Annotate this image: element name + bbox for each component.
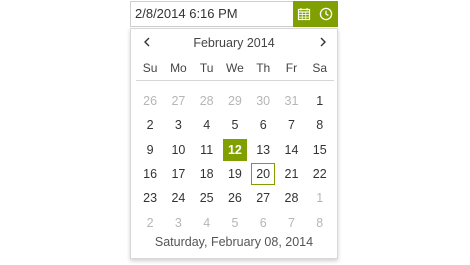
day-cell[interactable]: 15 (306, 138, 334, 162)
day-cell[interactable]: 26 (221, 186, 249, 210)
day-cell[interactable]: 17 (164, 162, 192, 186)
day-cell-other-month[interactable]: 29 (221, 89, 249, 113)
day-cell-other-month[interactable]: 27 (164, 89, 192, 113)
day-cell[interactable]: 1 (306, 89, 334, 113)
day-cell[interactable]: 8 (306, 113, 334, 137)
weekday-label: Tu (199, 61, 214, 75)
day-cell[interactable]: 22 (306, 162, 334, 186)
day-cell[interactable]: 21 (277, 162, 305, 186)
day-cell[interactable]: 4 (193, 113, 221, 137)
day-cell[interactable]: 9 (136, 138, 164, 162)
day-cell-other-month[interactable]: 1 (306, 186, 334, 210)
day-cell[interactable]: 11 (193, 138, 221, 162)
day-cell[interactable]: 25 (193, 186, 221, 210)
weekday-label: Th (256, 61, 271, 75)
day-cell[interactable]: 6 (249, 113, 277, 137)
day-cell-today[interactable]: 20 (251, 162, 276, 186)
datetime-picker: 2/8/2014 6:16 PM February 2014 Su Mo Tu … (0, 0, 470, 265)
day-grid: 26 27 28 29 30 31 1 2 3 4 5 6 7 8 9 10 11 12 13 14 15 16 17 18 1… (136, 89, 334, 235)
calendar-button[interactable] (293, 1, 315, 27)
day-cell[interactable]: 28 (277, 186, 305, 210)
day-cell-other-month[interactable]: 26 (136, 89, 164, 113)
weekday-header-row: Su Mo Tu We Th Fr Sa (136, 58, 334, 81)
day-cell-other-month[interactable]: 31 (277, 89, 305, 113)
month-title[interactable]: February 2014 (161, 29, 307, 57)
datetime-input[interactable]: 2/8/2014 6:16 PM (130, 1, 338, 27)
day-cell-other-month[interactable]: 30 (249, 89, 277, 113)
day-cell[interactable]: 7 (277, 113, 305, 137)
calendar-header: February 2014 (131, 29, 337, 57)
day-cell[interactable]: 3 (164, 113, 192, 137)
selected-date-footer[interactable]: Saturday, February 08, 2014 (131, 231, 337, 253)
prev-month-button[interactable] (138, 35, 156, 51)
weekday-label: Su (142, 61, 158, 75)
calendar-popup: February 2014 Su Mo Tu We Th Fr Sa 26 27 2… (130, 28, 338, 259)
weekday-label: Fr (285, 61, 298, 75)
day-cell[interactable]: 27 (249, 186, 277, 210)
day-cell[interactable]: 13 (249, 138, 277, 162)
weekday-label: Sa (312, 61, 328, 75)
day-cell[interactable]: 5 (221, 113, 249, 137)
day-cell[interactable]: 10 (164, 138, 192, 162)
calendar-icon (297, 7, 311, 21)
chevron-left-icon (143, 34, 151, 52)
day-cell[interactable]: 14 (277, 138, 305, 162)
day-cell-selected[interactable]: 12 (222, 138, 248, 161)
picker-buttons (293, 1, 338, 27)
day-cell[interactable]: 24 (164, 186, 192, 210)
clock-icon (319, 7, 333, 21)
weekday-label: Mo (170, 61, 187, 75)
next-month-button[interactable] (314, 35, 332, 51)
day-cell[interactable]: 23 (136, 186, 164, 210)
day-cell[interactable]: 2 (136, 113, 164, 137)
day-cell[interactable]: 19 (221, 162, 249, 186)
datetime-input-value[interactable]: 2/8/2014 6:16 PM (135, 2, 238, 26)
weekday-label: We (226, 61, 244, 75)
day-cell[interactable]: 16 (136, 162, 164, 186)
day-cell-other-month[interactable]: 28 (193, 89, 221, 113)
time-button[interactable] (315, 1, 337, 27)
day-cell[interactable]: 18 (193, 162, 221, 186)
chevron-right-icon (319, 34, 327, 52)
